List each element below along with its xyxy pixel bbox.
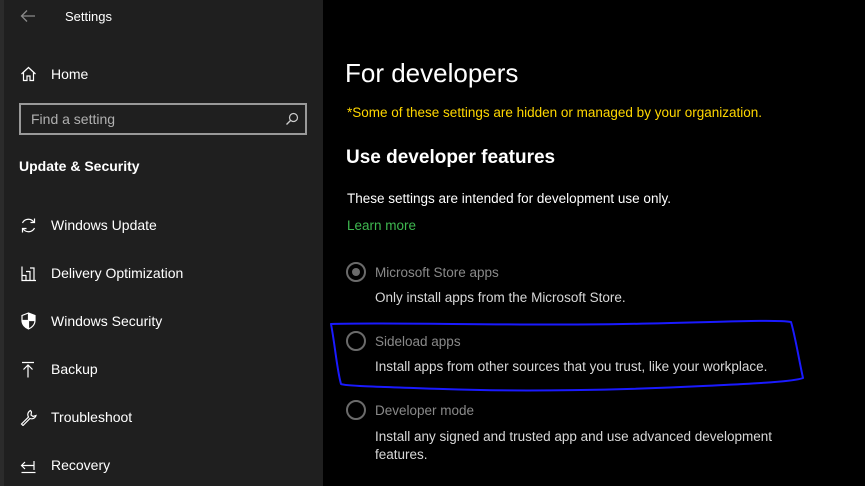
- search-icon[interactable]: [279, 105, 305, 133]
- home-icon: [19, 65, 37, 83]
- radio-label: Developer mode: [375, 402, 475, 418]
- sidebar-item-label: Windows Update: [51, 217, 157, 233]
- back-arrow-icon[interactable]: [18, 6, 38, 26]
- main-content: For developers *Some of these settings a…: [323, 0, 865, 486]
- section-heading: Update & Security: [19, 158, 140, 174]
- sidebar-item-label: Windows Security: [51, 313, 163, 329]
- sidebar-item-recovery[interactable]: Recovery: [4, 447, 323, 483]
- radio-label: Sideload apps: [375, 333, 461, 349]
- sidebar-item-home[interactable]: Home: [4, 58, 323, 90]
- sidebar-item-backup[interactable]: Backup: [4, 351, 323, 387]
- sidebar-item-label: Backup: [51, 361, 98, 377]
- recovery-icon: [19, 456, 37, 474]
- page-title: For developers: [345, 58, 519, 88]
- sidebar-item-troubleshoot[interactable]: Troubleshoot: [4, 399, 323, 435]
- settings-window: Settings Home Update & Security: [0, 0, 865, 486]
- radio-microsoft-store-apps[interactable]: Microsoft Store apps: [346, 261, 499, 283]
- delivery-optimization-icon: [19, 264, 37, 282]
- sidebar-item-label: Delivery Optimization: [51, 265, 184, 281]
- radio-sideload-apps[interactable]: Sideload apps: [346, 330, 461, 352]
- radio-developer-mode[interactable]: Developer mode: [346, 399, 474, 421]
- app-title: Settings: [65, 9, 112, 24]
- option-description: Install apps from other sources that you…: [375, 359, 768, 374]
- section-description: These settings are intended for developm…: [347, 191, 671, 206]
- sidebar-item-windows-update[interactable]: Windows Update: [4, 207, 323, 243]
- radio-button[interactable]: [346, 400, 366, 420]
- sidebar-item-label: Troubleshoot: [51, 409, 133, 425]
- radio-button[interactable]: [346, 262, 366, 282]
- title-bar: Settings: [4, 0, 323, 34]
- sidebar: Settings Home Update & Security: [0, 0, 323, 486]
- radio-label: Microsoft Store apps: [375, 264, 499, 280]
- search-box: [19, 103, 307, 135]
- shield-icon: [19, 312, 37, 330]
- sidebar-item-label: Home: [51, 66, 89, 82]
- learn-more-link[interactable]: Learn more: [347, 218, 416, 233]
- backup-arrow-icon: [19, 360, 37, 378]
- radio-button[interactable]: [346, 331, 366, 351]
- option-description: Only install apps from the Microsoft Sto…: [375, 290, 626, 305]
- sidebar-item-label: Recovery: [51, 457, 111, 473]
- section-subheading: Use developer features: [346, 147, 556, 168]
- sidebar-item-windows-security[interactable]: Windows Security: [4, 303, 323, 339]
- search-input[interactable]: [21, 105, 279, 133]
- sidebar-item-delivery-optimization[interactable]: Delivery Optimization: [4, 255, 323, 291]
- option-description: Install any signed and trusted app and u…: [375, 429, 773, 462]
- refresh-icon: [19, 216, 37, 234]
- org-managed-notice: *Some of these settings are hidden or ma…: [347, 105, 763, 120]
- wrench-icon: [19, 408, 37, 426]
